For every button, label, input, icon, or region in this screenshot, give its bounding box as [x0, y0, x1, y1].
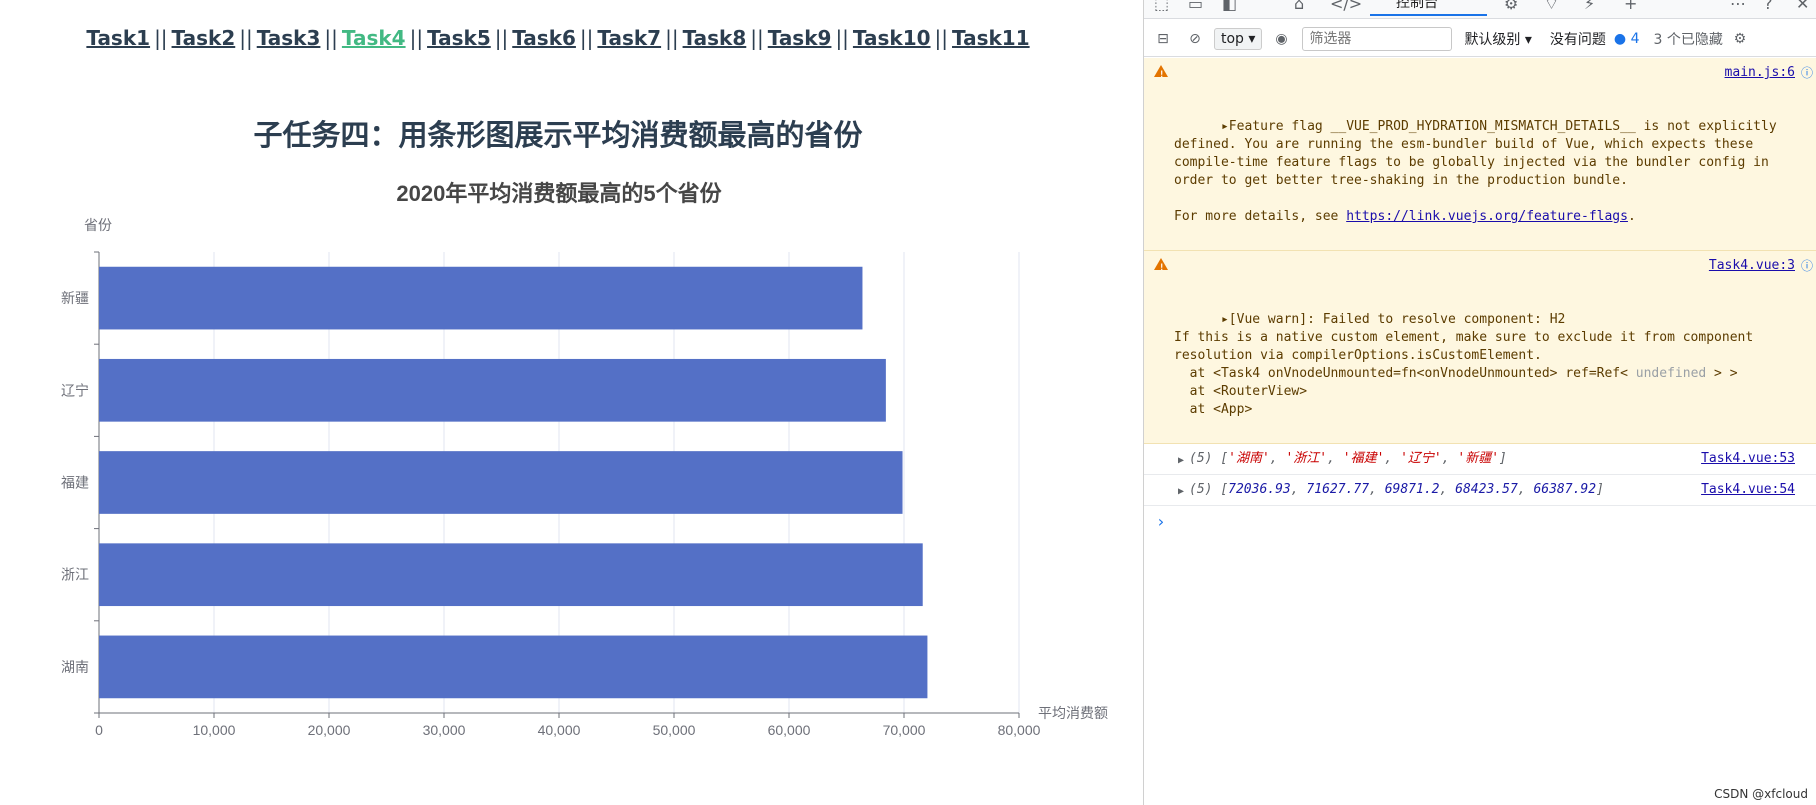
nav-separator: ||	[750, 26, 764, 50]
more-icon[interactable]: ⋯	[1730, 0, 1746, 13]
console-toolbar: ⊟ ⊘ top ▾ ◉ 默认级别 ▾ 没有问题 ● 4 3 个已隐藏 ⚙	[1144, 22, 1816, 57]
expand-triangle-icon[interactable]: ▶	[1178, 453, 1184, 469]
nav-link-task3[interactable]: Task3	[257, 26, 321, 50]
nav-link-task7[interactable]: Task7	[597, 26, 661, 50]
inspect-icon[interactable]: ⬚	[1154, 0, 1169, 13]
nav-separator: ||	[665, 26, 679, 50]
nav-separator: ||	[835, 26, 849, 50]
console-warning: main.js:6 ⓘ▸Feature flag __VUE_PROD_HYDR…	[1144, 58, 1816, 251]
nav-link-task5[interactable]: Task5	[427, 26, 491, 50]
expand-triangle-icon[interactable]: ▸	[1221, 312, 1229, 327]
x-tick-label: 0	[95, 722, 103, 738]
source-link[interactable]: main.js:6	[1725, 64, 1795, 82]
network-icon[interactable]: ⌔	[1544, 0, 1559, 14]
ai-explain-icon[interactable]: ⓘ	[1801, 64, 1813, 82]
console-warning: Task4.vue:3 ⓘ▸[Vue warn]: Failed to reso…	[1144, 251, 1816, 444]
warning-icon	[1154, 258, 1168, 277]
elements-icon[interactable]: </>	[1330, 0, 1362, 13]
bar	[99, 543, 923, 607]
bar-chart: 2020年平均消费额最高的5个省份省份 0 10,000 20,000 30,000 40…	[61, 181, 1108, 738]
performance-icon[interactable]: ⚡	[1584, 0, 1595, 13]
x-tick-label: 10,000	[193, 722, 236, 738]
nav-separator: ||	[494, 26, 509, 50]
x-tick-label: 70,000	[883, 722, 926, 738]
expand-triangle-icon[interactable]: ▶	[1178, 484, 1184, 500]
close-icon[interactable]: ✕	[1796, 0, 1809, 13]
nav-link-task9[interactable]: Task9	[768, 26, 832, 50]
x-tick-label: 30,000	[423, 722, 466, 738]
console-log: ▶ (5) ['湖南', '浙江', '福建', '辽宁', '新疆'] Tas…	[1144, 444, 1816, 475]
nav-link-task6[interactable]: Task6	[512, 26, 576, 50]
welcome-icon[interactable]: ⌂	[1294, 0, 1304, 13]
x-axis-label: 平均消费额	[1038, 705, 1108, 721]
nav-link-task8[interactable]: Task8	[683, 26, 747, 50]
nav-link-task2[interactable]: Task2	[172, 26, 236, 50]
source-link[interactable]: Task4.vue:3	[1709, 257, 1795, 275]
filter-input[interactable]	[1302, 27, 1453, 51]
console-settings-icon[interactable]: ⚙	[1729, 28, 1751, 50]
live-expression-icon[interactable]: ◉	[1270, 28, 1292, 50]
x-tick-label: 60,000	[768, 722, 811, 738]
log-array[interactable]: ['湖南', '浙江', '福建', '辽宁', '新疆']	[1220, 451, 1507, 466]
help-icon[interactable]: ?	[1764, 0, 1773, 13]
console-messages: main.js:6 ⓘ▸Feature flag __VUE_PROD_HYDR…	[1144, 58, 1816, 531]
x-tick-label: 40,000	[538, 722, 581, 738]
nav-separator: ||	[239, 26, 253, 50]
context-select[interactable]: top ▾	[1214, 28, 1263, 50]
task-nav: Task1 || Task2 || Task3 || Task4 || Task5 || Task6…	[0, 26, 1116, 50]
sidebar-toggle-icon[interactable]: ⊟	[1152, 28, 1174, 50]
message-count-badge[interactable]: ● 4	[1614, 31, 1640, 47]
chart-title: 2020年平均消费额最高的5个省份	[396, 181, 722, 206]
y-tick-label: 浙江	[61, 567, 89, 583]
bar	[99, 451, 903, 514]
devtools-panel: ⬚ ▭ ◧ ⌂ </> 控制台 ⚙ ⌔ ⚡ + ⋯ ? ✕ ⊟ ⊘ top ▾ …	[1143, 0, 1816, 805]
nav-link-task1[interactable]: Task1	[86, 26, 150, 50]
nav-separator: ||	[409, 26, 424, 50]
x-tick-label: 80,000	[998, 722, 1041, 738]
add-tab-icon[interactable]: +	[1624, 0, 1637, 13]
console-log: ▶ (5) [72036.93, 71627.77, 69871.2, 6842…	[1144, 475, 1816, 506]
x-tick-label: 20,000	[308, 722, 351, 738]
log-array[interactable]: [72036.93, 71627.77, 69871.2, 68423.57, …	[1220, 482, 1604, 497]
nav-link-task11[interactable]: Task11	[952, 26, 1030, 50]
y-tick-label: 福建	[61, 475, 89, 491]
expand-triangle-icon[interactable]: ▸	[1221, 119, 1229, 134]
bar	[99, 635, 928, 699]
sources-icon[interactable]: ⚙	[1504, 0, 1518, 13]
source-link[interactable]: Task4.vue:54	[1701, 482, 1795, 498]
y-axis-label: 省份	[84, 217, 112, 233]
x-tick-label: 50,000	[653, 722, 696, 738]
clear-console-icon[interactable]: ⊘	[1184, 28, 1206, 50]
y-tick-label: 湖南	[61, 659, 89, 675]
nav-separator: ||	[934, 26, 949, 50]
bar	[99, 266, 863, 330]
tab-console[interactable]: 控制台	[1370, 0, 1487, 16]
feature-flags-link[interactable]: https://link.vuejs.org/feature-flags	[1346, 209, 1628, 224]
hidden-count: 3 个已隐藏	[1653, 32, 1723, 48]
watermark: CSDN @xfcloud	[1714, 787, 1808, 801]
app-page: Task1 || Task2 || Task3 || Task4 || Task5 || Task6…	[0, 0, 1143, 805]
warning-icon	[1154, 65, 1168, 84]
nav-separator: ||	[579, 26, 594, 50]
panel-icon[interactable]: ◧	[1222, 0, 1237, 13]
y-tick-label: 辽宁	[61, 382, 89, 398]
issues-label[interactable]: 没有问题	[1550, 29, 1606, 49]
page-heading: 子任务四：用条形图展示平均消费额最高的省份	[253, 118, 863, 152]
nav-link-task10[interactable]: Task10	[853, 26, 931, 50]
nav-separator: ||	[154, 26, 168, 50]
console-prompt[interactable]: ›	[1144, 506, 1816, 531]
log-levels-dropdown[interactable]: 默认级别 ▾	[1464, 29, 1531, 49]
devtools-tab-strip: ⬚ ▭ ◧ ⌂ </> 控制台 ⚙ ⌔ ⚡ + ⋯ ? ✕	[1144, 0, 1816, 19]
ai-explain-icon[interactable]: ⓘ	[1801, 257, 1813, 275]
nav-separator: ||	[324, 26, 338, 50]
nav-link-task4[interactable]: Task4	[342, 26, 406, 50]
y-tick-label: 新疆	[61, 290, 89, 306]
bar	[99, 358, 886, 422]
source-link[interactable]: Task4.vue:53	[1701, 451, 1795, 467]
device-icon[interactable]: ▭	[1188, 0, 1203, 13]
